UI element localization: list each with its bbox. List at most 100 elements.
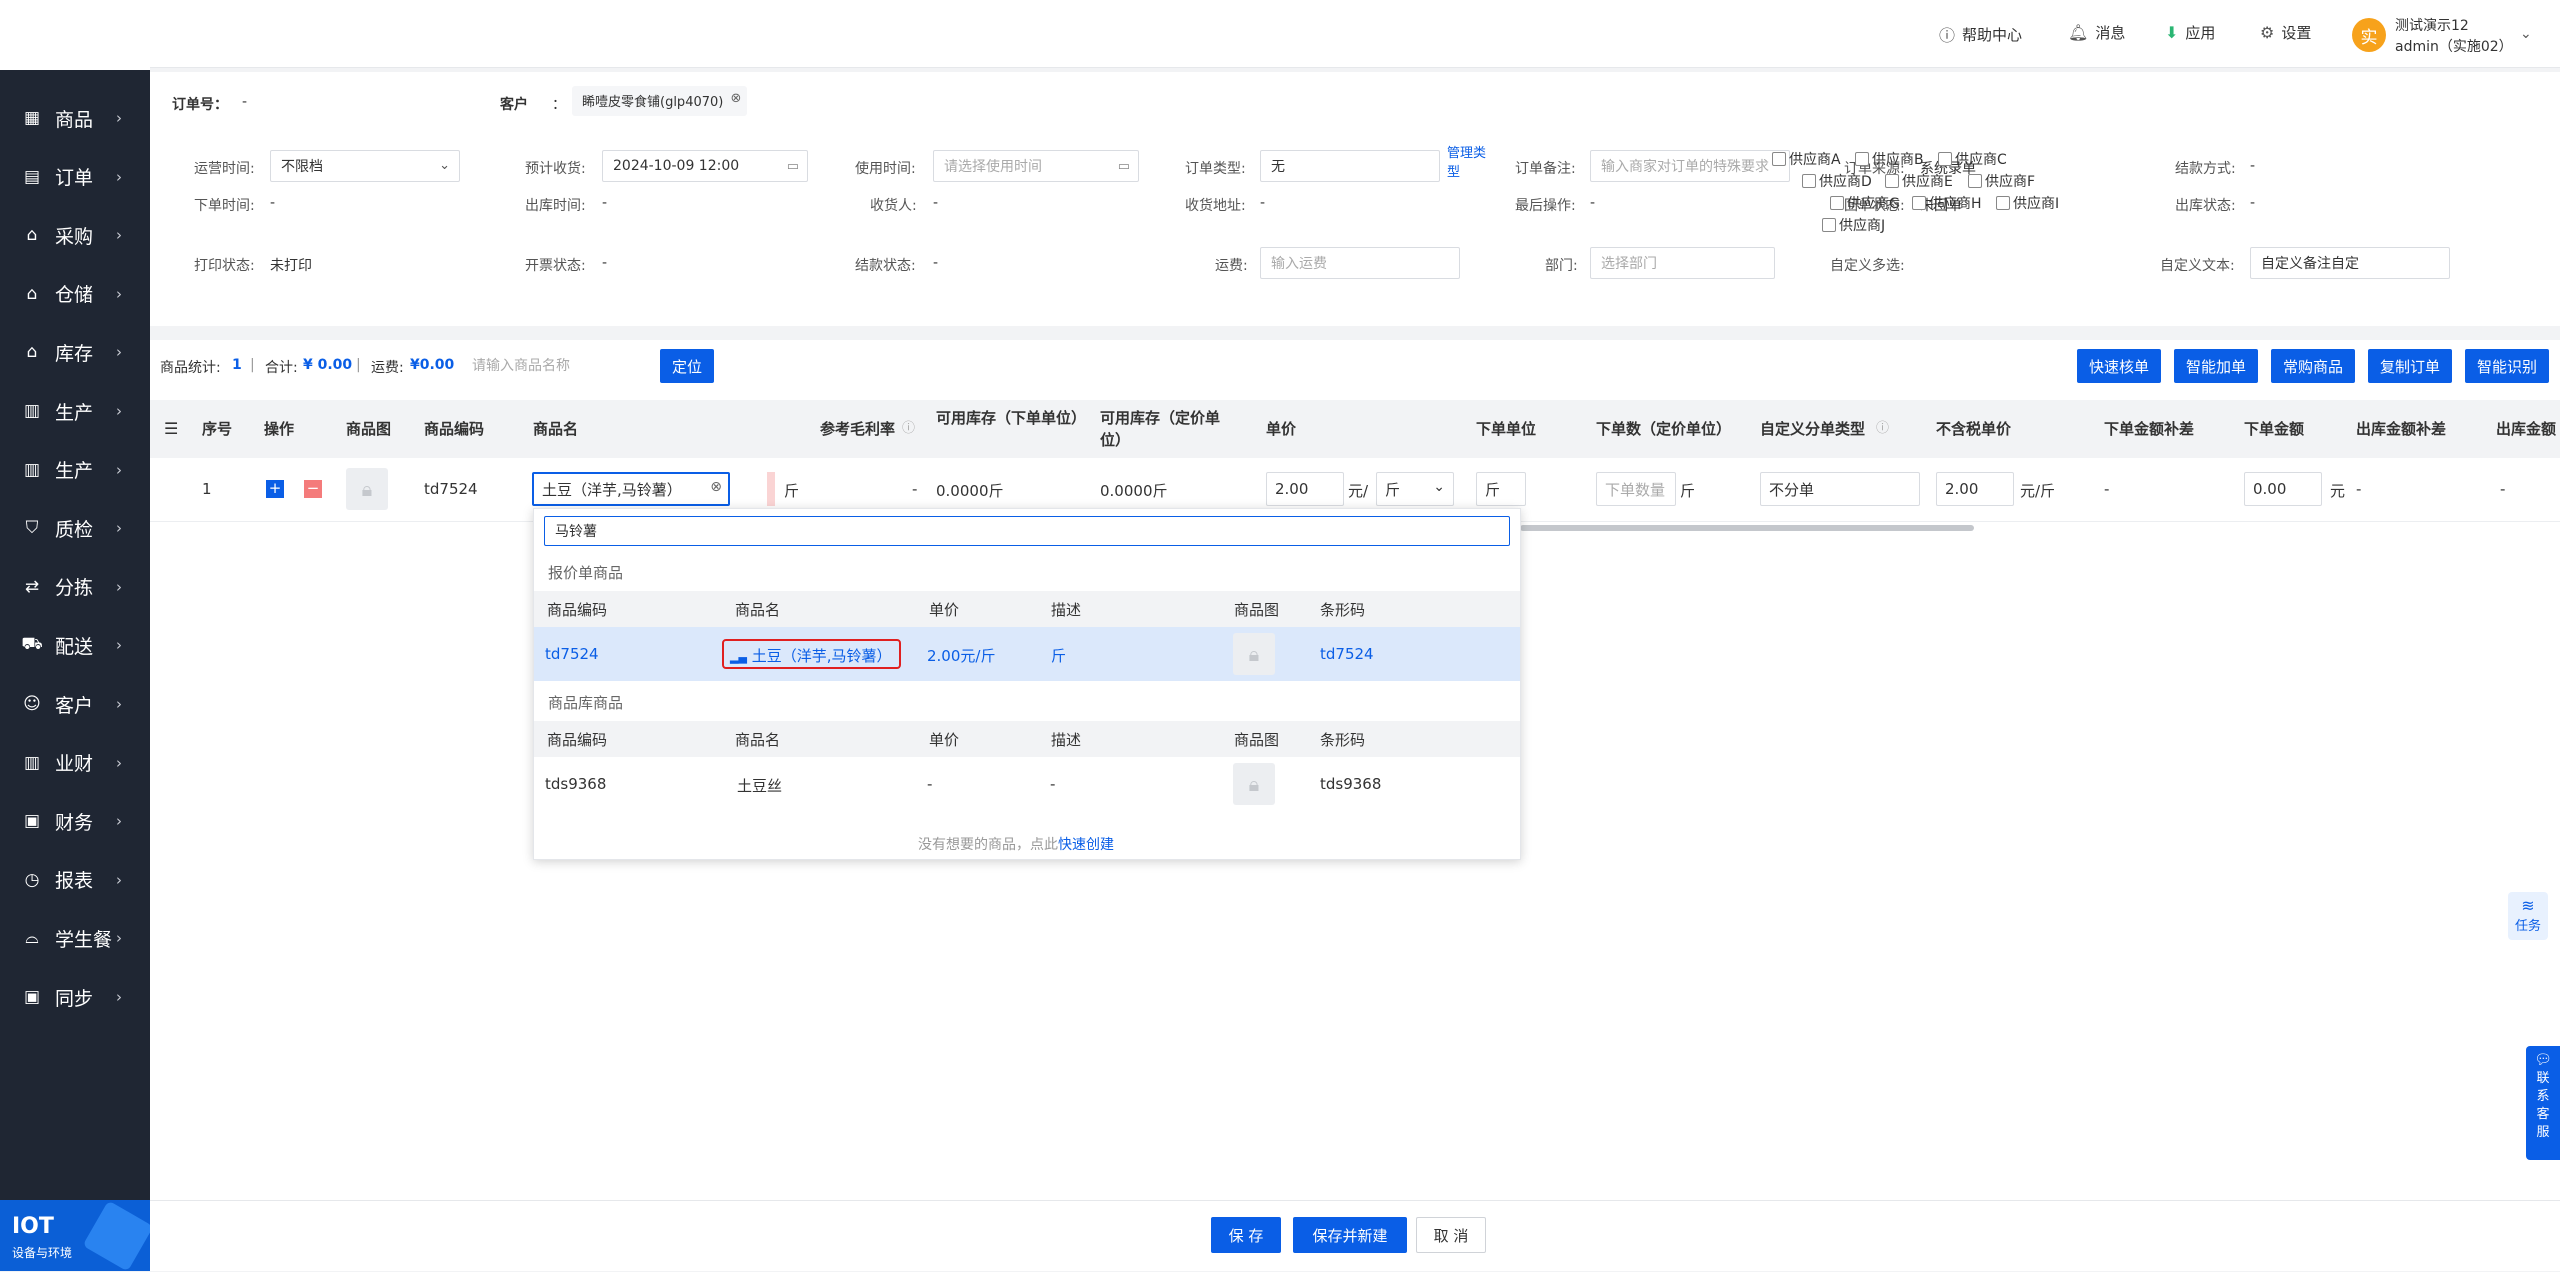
quick-check-button[interactable]: 快速核单 (2077, 349, 2161, 383)
quote-row-price: 2.00元/斤 (927, 647, 996, 665)
sidebar-item-13[interactable]: ◷ 报表 › (0, 851, 150, 909)
frequent-goods-button[interactable]: 常购商品 (2271, 349, 2355, 383)
multi-option-label: 供应商F (1985, 174, 2036, 190)
col-desc: 描述 (1051, 731, 1082, 749)
dropdown-search-input[interactable]: 马铃薯 (544, 516, 1510, 546)
sidebar-item-2[interactable]: ⌂ 采购 › (0, 206, 150, 264)
close-icon[interactable]: ⊗ (730, 91, 741, 106)
multi-option-checkbox[interactable]: 供应商B (1855, 149, 1924, 169)
settle-status-label: 结款状态: (855, 258, 916, 274)
library-row-code: tds9368 (545, 775, 607, 793)
quote-row-name-box[interactable]: ▂▄ 土豆（洋芋,马铃薯） (722, 639, 902, 669)
order-no-value: - (242, 94, 248, 110)
settle-status-value: - (933, 255, 939, 271)
goods-search-input[interactable]: 请输入商品名称 (462, 349, 652, 381)
dept-select[interactable]: 选择部门 (1590, 247, 1775, 279)
th-amount: 下单金额 (2244, 420, 2305, 438)
settings-link[interactable]: ⚙ 设置 (2260, 22, 2311, 43)
multi-option-checkbox[interactable]: 供应商E (1885, 171, 1953, 191)
sidebar-item-8[interactable]: ⇄ 分拣 › (0, 558, 150, 616)
save-and-new-button[interactable]: 保存并新建 (1293, 1217, 1407, 1253)
sidebar-item-12[interactable]: ▣ 财务 › (0, 792, 150, 850)
manage-type-link[interactable]: 管理类型 (1447, 144, 1489, 182)
sidebar-item-15[interactable]: ▣ 同步 › (0, 968, 150, 1026)
sidebar-item-7[interactable]: ⛉ 质检 › (0, 499, 150, 557)
order-type-select[interactable]: 无 (1260, 150, 1440, 182)
quick-create-link[interactable]: 快速创建 (1058, 837, 1114, 853)
sidebar-item-4[interactable]: ⌂ 库存 › (0, 323, 150, 381)
sidebar-item-14[interactable]: ⌓ 学生餐 › (0, 909, 150, 967)
invoice-status-label: 开票状态: (525, 258, 586, 274)
task-float-button[interactable]: ≋ 任务 (2508, 892, 2548, 940)
multi-option-checkbox[interactable]: 供应商D (1802, 171, 1872, 191)
basket-icon: ⌂ (26, 225, 38, 246)
quote-row-code: td7524 (545, 645, 599, 663)
apps-link[interactable]: ⬇ 应用 (2165, 22, 2215, 43)
avatar[interactable]: 实 (2352, 18, 2386, 52)
use-time-input[interactable]: 请选择使用时间 ▭ (933, 150, 1139, 182)
split-type-input[interactable]: 不分单 (1760, 472, 1920, 506)
iot-brand[interactable]: IOT 设备与环境 (0, 1200, 154, 1272)
dropdown-footer: 没有想要的商品，点此快速创建 (918, 834, 1114, 854)
price-input[interactable]: 2.00 (1266, 472, 1344, 506)
library-row[interactable]: tds9368 土豆丝 - - 🔒︎ tds9368 (534, 757, 1520, 811)
copy-order-button[interactable]: 复制订单 (2368, 349, 2452, 383)
column-settings-icon[interactable]: ☰ (164, 418, 178, 440)
order-qty-input[interactable]: 下单数量 (1596, 472, 1676, 506)
chevron-right-icon: › (116, 402, 122, 420)
quote-row-name: 土豆（洋芋,马铃薯） (751, 647, 892, 665)
remove-row-icon[interactable]: − (304, 480, 322, 498)
price-unit-select[interactable]: 斤 ⌄ (1376, 472, 1454, 506)
sidebar-item-9[interactable]: ⛟ 配送 › (0, 616, 150, 674)
horizontal-scrollbar[interactable] (1520, 525, 1974, 531)
col-price: 单价 (929, 601, 960, 619)
multi-option-checkbox[interactable]: 供应商A (1772, 149, 1841, 169)
goods-name-input[interactable]: 土豆（洋芋,马铃薯） ⊗ (532, 472, 730, 506)
multi-option-checkbox[interactable]: 供应商G (1830, 193, 1900, 213)
iot-title: IOT (12, 1214, 54, 1239)
locate-button[interactable]: 定位 (660, 349, 714, 383)
op-time-select[interactable]: 不限档 ⌄ (270, 150, 460, 182)
sidebar-item-11[interactable]: ▥ 业财 › (0, 734, 150, 792)
multi-option-checkbox[interactable]: 供应商I (1996, 193, 2059, 213)
row-unit-small: 斤 (784, 482, 800, 500)
checkbox-icon (1772, 152, 1786, 166)
sidebar-item-10[interactable]: ☺ 客户 › (0, 675, 150, 733)
add-row-icon[interactable]: + (266, 480, 284, 498)
sidebar-item-1[interactable]: ▤ 订单 › (0, 148, 150, 206)
clear-icon[interactable]: ⊗ (710, 479, 722, 495)
chevron-right-icon: › (116, 284, 122, 303)
expected-date-input[interactable]: 2024-10-09 12:00 ▭ (602, 150, 808, 182)
freight-input[interactable]: 输入运费 (1260, 247, 1460, 279)
chevron-down-icon[interactable]: ⌄ (2520, 26, 2532, 42)
multi-option-checkbox[interactable]: 供应商F (1968, 171, 2035, 191)
smart-add-button[interactable]: 智能加单 (2174, 349, 2258, 383)
amount-input[interactable]: 0.00 (2244, 472, 2322, 506)
help-circle-icon[interactable]: ⓘ (1876, 418, 1889, 440)
section-quote-goods: 报价单商品 (548, 564, 624, 582)
pretax-input[interactable]: 2.00 (1936, 472, 2014, 506)
smart-recognize-button[interactable]: 智能识别 (2465, 349, 2549, 383)
multi-option-checkbox[interactable]: 供应商H (1912, 193, 1982, 213)
contact-float-button[interactable]: 💬︎ 联系客服 (2526, 1046, 2560, 1160)
freight-total-label: 运费: (371, 360, 404, 376)
sidebar-item-5[interactable]: ▥ 生产 › (0, 382, 150, 440)
custom-text-input[interactable]: 自定义备注自定 (2250, 247, 2450, 279)
multi-option-checkbox[interactable]: 供应商C (1938, 149, 2007, 169)
order-unit-input[interactable]: 斤 (1476, 472, 1526, 506)
sidebar-item-6[interactable]: ▥ 生产 › (0, 441, 150, 499)
cancel-button[interactable]: 取 消 (1416, 1217, 1486, 1253)
sidebar-item-3[interactable]: ⌂ 仓储 › (0, 265, 150, 323)
quote-row[interactable]: td7524 ▂▄ 土豆（洋芋,马铃薯） 2.00元/斤 斤 🔒︎ td7524 (534, 627, 1520, 681)
messages-link[interactable]: 🔔︎ 消息 (2068, 22, 2125, 43)
customer-tag[interactable]: 睎噎皮零食铺(glp4070) ⊗ (572, 86, 748, 116)
sidebar-item-0[interactable]: ▦ 商品 › (0, 89, 150, 147)
user-role[interactable]: admin（实施02） (2395, 36, 2513, 56)
quote-table-header: 商品编码 商品名 单价 描述 商品图 条形码 (534, 591, 1520, 627)
help-center-link[interactable]: ⓘ 帮助中心 (1939, 22, 2022, 46)
user-name[interactable]: 测试演示12 (2395, 15, 2469, 35)
help-circle-icon[interactable]: ⓘ (902, 418, 915, 440)
order-note-input[interactable]: 输入商家对订单的特殊要求 (1590, 150, 1790, 182)
save-button[interactable]: 保 存 (1211, 1217, 1281, 1253)
multi-option-checkbox[interactable]: 供应商J (1822, 215, 1885, 235)
